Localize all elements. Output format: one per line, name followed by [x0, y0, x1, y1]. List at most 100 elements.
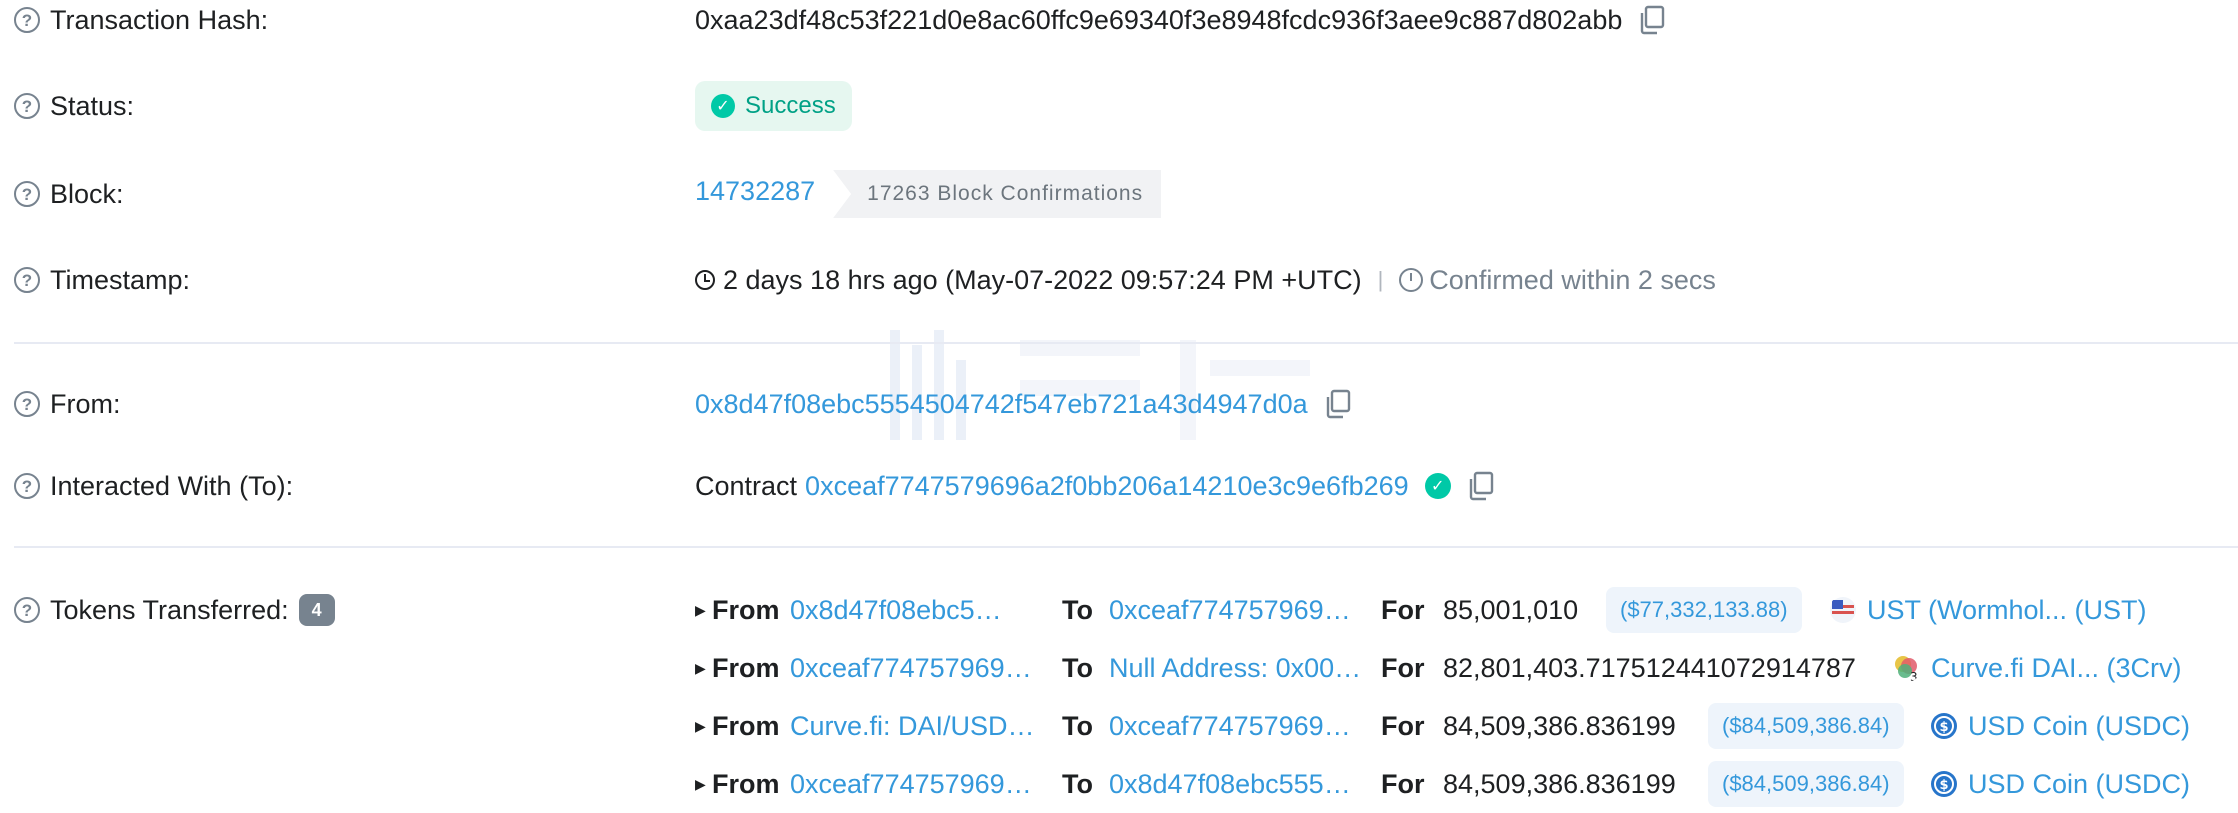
separator: |	[1377, 267, 1384, 292]
transfer-from-link[interactable]: 0xceaf774757969…	[790, 755, 1040, 813]
caret-right-icon[interactable]: ▶	[695, 697, 706, 755]
usd-value-badge: ($77,332,133.88)	[1606, 587, 1802, 633]
from-keyword: From	[712, 768, 780, 799]
help-icon[interactable]: ?	[14, 181, 40, 207]
transfer-amount: 84,509,386.836199	[1443, 710, 1676, 741]
block-number-link[interactable]: 14732287	[695, 176, 815, 207]
section-divider	[14, 546, 2238, 548]
copy-icon[interactable]	[1638, 5, 1666, 35]
status-row: ? Status: ✓ Success	[0, 76, 2238, 136]
status-label-group: ? Status:	[14, 76, 134, 136]
interacted-with-label-group: ? Interacted With (To):	[14, 456, 293, 516]
interacted-with-row: ? Interacted With (To): Contract 0xceaf7…	[0, 456, 2238, 516]
svg-text:$: $	[1940, 778, 1949, 793]
status-label: Status:	[50, 90, 135, 121]
timestamp-text: 2 days 18 hrs ago (May-07-2022 09:57:24 …	[723, 264, 1362, 295]
interacted-with-value-group: Contract 0xceaf7747579696a2f0bb206a14210…	[695, 456, 1495, 516]
tokens-count-badge: 4	[298, 594, 335, 626]
to-keyword: To	[1062, 710, 1093, 741]
to-keyword: To	[1062, 768, 1093, 799]
from-keyword: From	[712, 594, 780, 625]
stopwatch-icon	[1399, 268, 1424, 292]
block-label-group: ? Block:	[14, 164, 124, 224]
block-label: Block:	[50, 178, 124, 209]
interacted-with-label: Interacted With (To):	[50, 470, 294, 501]
tokens-transferred-label: Tokens Transferred:	[50, 594, 289, 625]
transfer-row: ▶ From 0xceaf774757969… To 0x8d47f08ebc5…	[695, 755, 2235, 813]
transfer-to-link[interactable]: Null Address: 0x00…	[1109, 639, 1374, 697]
usd-value-badge: ($84,509,386.84)	[1708, 703, 1904, 749]
curve-token-icon: 3	[1893, 639, 1921, 697]
transfer-to-link[interactable]: 0x8d47f08ebc555…	[1109, 755, 1369, 813]
transfer-to-link[interactable]: 0xceaf774757969…	[1109, 697, 1369, 755]
copy-icon[interactable]	[1467, 471, 1495, 501]
usd-value-badge: ($84,509,386.84)	[1708, 761, 1904, 807]
timestamp-label: Timestamp:	[50, 264, 191, 295]
svg-text:$: $	[1940, 720, 1949, 735]
contract-address-link[interactable]: 0xceaf7747579696a2f0bb206a14210e3c9e6fb2…	[805, 471, 1409, 502]
tx-hash-label-group: ? Transaction Hash:	[14, 0, 268, 50]
help-icon[interactable]: ?	[14, 7, 40, 33]
transfer-from-link[interactable]: Curve.fi: DAI/USD…	[790, 697, 1040, 755]
verified-check-icon: ✓	[1424, 473, 1451, 499]
block-confirmations-badge: 17263 Block Confirmations	[833, 170, 1162, 218]
transfer-amount: 85,001,010	[1443, 594, 1579, 625]
for-keyword: For	[1381, 710, 1425, 741]
from-label-group: ? From:	[14, 374, 121, 434]
help-icon[interactable]: ?	[14, 267, 40, 293]
for-keyword: For	[1381, 652, 1425, 683]
clock-icon	[695, 270, 715, 290]
from-keyword: From	[712, 652, 780, 683]
from-value-group: 0x8d47f08ebc5554504742f547eb721a43d4947d…	[695, 374, 1352, 434]
from-row: ? From: 0x8d47f08ebc5554504742f547eb721a…	[0, 374, 2238, 434]
usdc-token-icon: $	[1930, 697, 1958, 755]
token-link[interactable]: USD Coin (USDC)	[1968, 697, 2190, 755]
check-circle-icon: ✓	[711, 94, 735, 118]
copy-icon[interactable]	[1324, 389, 1352, 419]
tx-hash-value-group: 0xaa23df48c53f221d0e8ac60ffc9e69340f3e89…	[695, 0, 1666, 50]
transfer-from-link[interactable]: 0xceaf774757969…	[790, 639, 1040, 697]
for-keyword: For	[1381, 768, 1425, 799]
confirmed-within-text: Confirmed within 2 secs	[1429, 264, 1716, 295]
tx-hash-value: 0xaa23df48c53f221d0e8ac60ffc9e69340f3e89…	[695, 4, 1623, 35]
transfer-to-link[interactable]: 0xceaf774757969…	[1109, 581, 1369, 639]
caret-right-icon[interactable]: ▶	[695, 639, 706, 697]
timestamp-label-group: ? Timestamp:	[14, 250, 190, 310]
tx-hash-row: ? Transaction Hash: 0xaa23df48c53f221d0e…	[0, 0, 2238, 50]
caret-right-icon[interactable]: ▶	[695, 581, 706, 639]
ust-token-icon	[1829, 581, 1857, 639]
transfer-amount: 82,801,403.717512441072914787	[1443, 652, 1856, 683]
usdc-token-icon: $	[1930, 755, 1958, 813]
contract-prefix: Contract	[695, 470, 798, 501]
status-badge: ✓ Success	[695, 81, 852, 131]
transfer-from-link[interactable]: 0x8d47f08ebc555…	[790, 581, 1010, 639]
token-link[interactable]: Curve.fi DAI... (3Crv)	[1931, 639, 2182, 697]
timestamp-value-group: 2 days 18 hrs ago (May-07-2022 09:57:24 …	[695, 250, 1716, 310]
caret-right-icon[interactable]: ▶	[695, 755, 706, 813]
help-icon[interactable]: ?	[14, 473, 40, 499]
tokens-transferred-label-group: ? Tokens Transferred: 4	[14, 580, 335, 640]
status-text: Success	[745, 92, 836, 119]
help-icon[interactable]: ?	[14, 597, 40, 623]
token-link[interactable]: UST (Wormhol... (UST)	[1867, 581, 2147, 639]
from-keyword: From	[712, 710, 780, 741]
timestamp-row: ? Timestamp: 2 days 18 hrs ago (May-07-2…	[0, 250, 2238, 310]
for-keyword: For	[1381, 594, 1425, 625]
transfer-row: ▶ From 0x8d47f08ebc555… To 0xceaf7747579…	[695, 581, 2235, 639]
svg-text:3: 3	[1910, 670, 1918, 682]
to-keyword: To	[1062, 594, 1093, 625]
block-row: ? Block: 14732287 17263 Block Confirmati…	[0, 164, 2238, 224]
section-divider	[14, 342, 2238, 344]
token-link[interactable]: USD Coin (USDC)	[1968, 755, 2190, 813]
help-icon[interactable]: ?	[14, 391, 40, 417]
transfer-amount: 84,509,386.836199	[1443, 768, 1676, 799]
block-value-group: 14732287 17263 Block Confirmations	[695, 164, 1162, 224]
from-address-link[interactable]: 0x8d47f08ebc5554504742f547eb721a43d4947d…	[695, 389, 1308, 420]
transfer-row: ▶ From Curve.fi: DAI/USD… To 0xceaf77475…	[695, 697, 2235, 755]
transfer-row: ▶ From 0xceaf774757969… To Null Address:…	[695, 639, 2235, 697]
to-keyword: To	[1062, 652, 1093, 683]
tx-hash-label: Transaction Hash:	[50, 4, 269, 35]
status-value-group: ✓ Success	[695, 76, 852, 136]
help-icon[interactable]: ?	[14, 93, 40, 119]
from-label: From:	[50, 388, 121, 419]
